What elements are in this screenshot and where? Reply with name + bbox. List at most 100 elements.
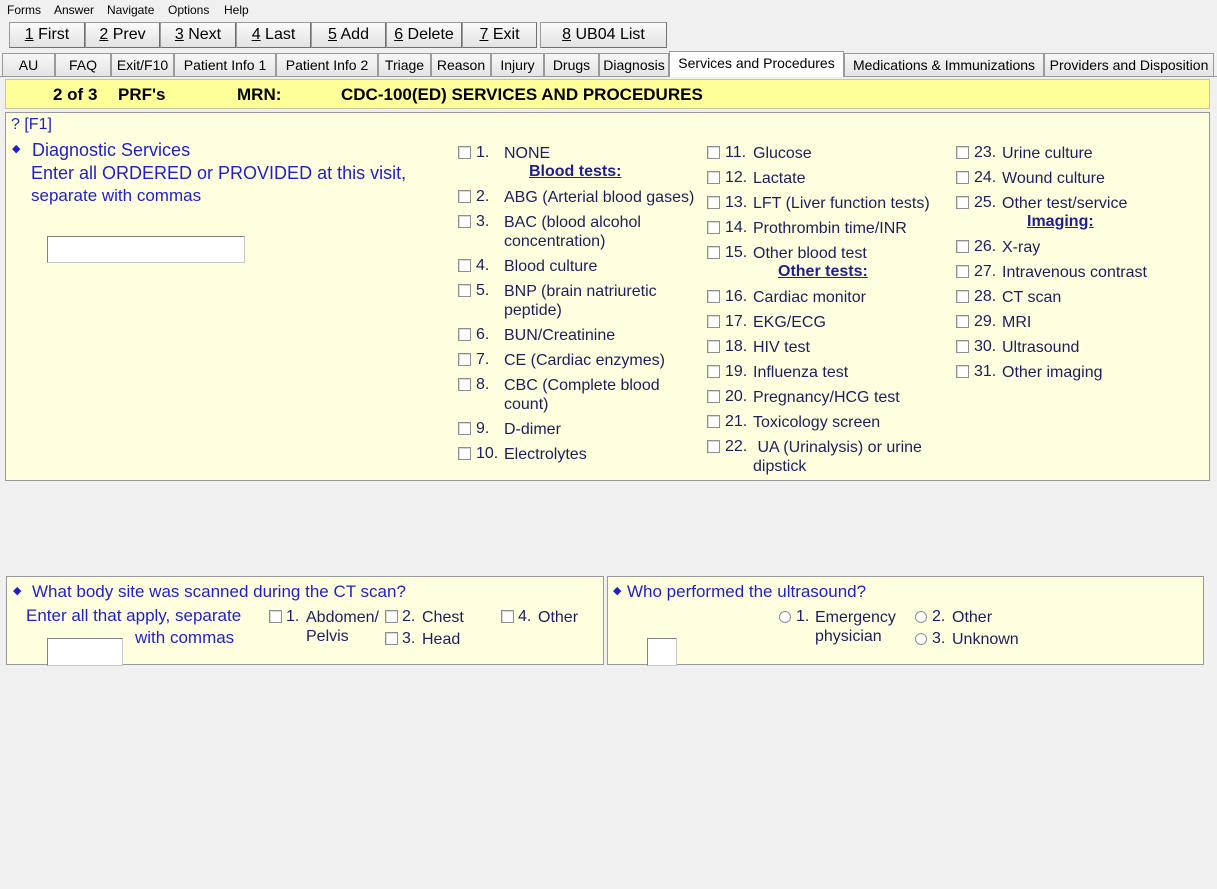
menu-forms[interactable]: Forms xyxy=(7,3,41,17)
checkbox-22[interactable] xyxy=(707,440,720,453)
option-head: Head xyxy=(422,631,461,648)
option-iv-contrast: Intravenous contrast xyxy=(1002,264,1147,281)
tab-drugs[interactable]: Drugs xyxy=(544,53,599,76)
tab-au[interactable]: AU xyxy=(2,53,55,76)
checkbox-4[interactable] xyxy=(458,259,471,272)
option-blood-culture: Blood culture xyxy=(504,258,598,275)
checkbox-26[interactable] xyxy=(956,240,969,253)
checkbox-21[interactable] xyxy=(707,415,720,428)
option-number: 25. xyxy=(974,194,997,211)
tab-triage[interactable]: Triage xyxy=(378,53,431,76)
checkbox-12[interactable] xyxy=(707,171,720,184)
menu-help[interactable]: Help xyxy=(224,3,249,17)
ct-site-instruction-2: with commas xyxy=(135,628,235,647)
radio-emergency-physician[interactable] xyxy=(779,611,791,623)
option-bnp-line2: peptide) xyxy=(504,302,562,319)
last-button[interactable]: 4 Last xyxy=(236,22,311,48)
diagnostic-services-panel: ? [F1] ◆ Diagnostic Services Enter all O… xyxy=(5,112,1210,481)
imaging-heading: Imaging: xyxy=(1027,213,1094,230)
checkbox-6[interactable] xyxy=(458,328,471,341)
add-button[interactable]: 5 Add xyxy=(311,22,386,48)
tab-faq[interactable]: FAQ xyxy=(55,53,111,76)
radio-unknown[interactable] xyxy=(915,633,927,645)
checkbox-24[interactable] xyxy=(956,171,969,184)
checkbox-23[interactable] xyxy=(956,146,969,159)
option-ct-scan: CT scan xyxy=(1002,289,1062,306)
option-influenza: Influenza test xyxy=(753,364,849,381)
option-number: 1. xyxy=(476,144,490,161)
ultrasound-question: Who performed the ultrasound? xyxy=(627,582,867,601)
checkbox-5[interactable] xyxy=(458,284,471,297)
option-prothrombin: Prothrombin time/INR xyxy=(753,220,907,237)
option-other: Other xyxy=(538,609,579,626)
ub04-list-button[interactable]: 8 UB04 List xyxy=(540,22,667,48)
option-number: 21. xyxy=(725,413,748,430)
menu-options[interactable]: Options xyxy=(168,3,209,17)
checkbox-13[interactable] xyxy=(707,196,720,209)
tab-patient-info-2[interactable]: Patient Info 2 xyxy=(276,53,378,76)
first-button[interactable]: 1 First xyxy=(9,22,85,48)
checkbox-10[interactable] xyxy=(458,447,471,460)
ct-checkbox-3[interactable] xyxy=(385,632,398,645)
checkbox-30[interactable] xyxy=(956,340,969,353)
tab-providers-disposition[interactable]: Providers and Disposition xyxy=(1044,53,1214,76)
option-number: 29. xyxy=(974,313,997,330)
checkbox-8[interactable] xyxy=(458,378,471,391)
menu-navigate[interactable]: Navigate xyxy=(107,3,154,17)
checkbox-31[interactable] xyxy=(956,365,969,378)
ct-checkbox-2[interactable] xyxy=(385,610,398,623)
checkbox-11[interactable] xyxy=(707,146,720,159)
option-hiv: HIV test xyxy=(753,339,810,356)
option-cbc-line2: count) xyxy=(504,396,549,413)
checkbox-16[interactable] xyxy=(707,290,720,303)
checkbox-20[interactable] xyxy=(707,390,720,403)
checkbox-19[interactable] xyxy=(707,365,720,378)
option-number: 10. xyxy=(476,445,499,462)
prev-button[interactable]: 2 Prev xyxy=(85,22,160,48)
option-d-dimer: D-dimer xyxy=(504,421,561,438)
tab-diagnosis[interactable]: Diagnosis xyxy=(599,53,669,76)
option-number: 18. xyxy=(725,338,748,355)
tab-patient-info-1[interactable]: Patient Info 1 xyxy=(174,53,276,76)
checkbox-27[interactable] xyxy=(956,265,969,278)
exit-button[interactable]: 7 Exit xyxy=(462,22,537,48)
option-number: 3. xyxy=(932,630,946,647)
option-number: 13. xyxy=(725,194,748,211)
ct-checkbox-4[interactable] xyxy=(501,610,514,623)
delete-button[interactable]: 6 Delete xyxy=(386,22,462,48)
menu-answer[interactable]: Answer xyxy=(54,3,94,17)
checkbox-14[interactable] xyxy=(707,221,720,234)
option-bac: BAC (blood alcohol xyxy=(504,214,641,231)
tab-injury[interactable]: Injury xyxy=(491,53,544,76)
option-abdomen-pelvis: Abdomen/ xyxy=(306,609,379,626)
diagnostic-services-title: Diagnostic Services xyxy=(32,140,191,160)
option-number: 4. xyxy=(476,257,490,274)
checkbox-7[interactable] xyxy=(458,353,471,366)
ultrasound-input[interactable] xyxy=(647,638,677,666)
option-lactate: Lactate xyxy=(753,170,806,187)
tab-exit-f10[interactable]: Exit/F10 xyxy=(111,53,174,76)
ct-site-input[interactable] xyxy=(47,638,123,666)
tab-medications-immunizations[interactable]: Medications & Immunizations xyxy=(844,53,1044,76)
checkbox-1[interactable] xyxy=(458,146,471,159)
checkbox-25[interactable] xyxy=(956,196,969,209)
tab-services-and-procedures[interactable]: Services and Procedures xyxy=(669,51,844,77)
option-other-blood-test: Other blood test xyxy=(753,245,867,262)
checkbox-9[interactable] xyxy=(458,422,471,435)
checkbox-29[interactable] xyxy=(956,315,969,328)
radio-other[interactable] xyxy=(915,611,927,623)
option-number: 8. xyxy=(476,376,490,393)
help-f1-link[interactable]: ? [F1] xyxy=(11,116,52,134)
next-button[interactable]: 3 Next xyxy=(160,22,236,48)
option-bun: BUN/Creatinine xyxy=(504,327,616,344)
checkbox-15[interactable] xyxy=(707,246,720,259)
diagnostic-services-input[interactable] xyxy=(47,236,245,263)
option-emergency-physician-line2: physician xyxy=(815,628,882,645)
checkbox-2[interactable] xyxy=(458,190,471,203)
tab-reason[interactable]: Reason xyxy=(431,53,491,76)
checkbox-17[interactable] xyxy=(707,315,720,328)
checkbox-3[interactable] xyxy=(458,215,471,228)
checkbox-28[interactable] xyxy=(956,290,969,303)
ct-checkbox-1[interactable] xyxy=(269,610,282,623)
checkbox-18[interactable] xyxy=(707,340,720,353)
